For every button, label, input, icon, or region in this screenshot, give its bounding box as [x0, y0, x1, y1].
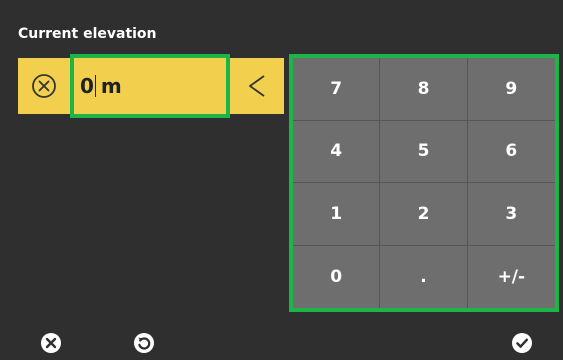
backspace-button[interactable]: [230, 58, 284, 114]
cancel-button[interactable]: [38, 330, 64, 356]
key-1[interactable]: 1: [293, 183, 381, 246]
key-8[interactable]: 8: [380, 58, 468, 121]
cancel-icon: [41, 333, 61, 353]
key-plus-minus[interactable]: +/-: [467, 245, 555, 308]
key-4[interactable]: 4: [293, 120, 381, 183]
elevation-field[interactable]: 0 m: [70, 54, 230, 118]
key-6[interactable]: 6: [467, 120, 555, 183]
key-9[interactable]: 9: [467, 58, 555, 121]
key-3[interactable]: 3: [467, 183, 555, 246]
chevron-left-icon: [249, 75, 265, 97]
key-7[interactable]: 7: [293, 58, 381, 121]
elevation-unit: m: [100, 74, 122, 98]
numeric-keypad: 7 8 9 4 5 6 1 2 3 0 . +/-: [289, 54, 559, 312]
elevation-input-row: 0 m: [18, 54, 284, 118]
key-5[interactable]: 5: [380, 120, 468, 183]
page-title: Current elevation: [18, 26, 157, 42]
reset-button[interactable]: [131, 330, 157, 356]
key-2[interactable]: 2: [380, 183, 468, 246]
confirm-button[interactable]: [509, 330, 535, 356]
check-icon: [512, 333, 532, 353]
text-caret: [94, 75, 96, 97]
elevation-value: 0: [80, 74, 94, 98]
key-0[interactable]: 0: [293, 245, 381, 308]
clear-button[interactable]: [18, 58, 70, 114]
reset-icon: [134, 333, 154, 353]
key-decimal[interactable]: .: [380, 245, 468, 308]
clear-circle-icon: [32, 74, 56, 98]
